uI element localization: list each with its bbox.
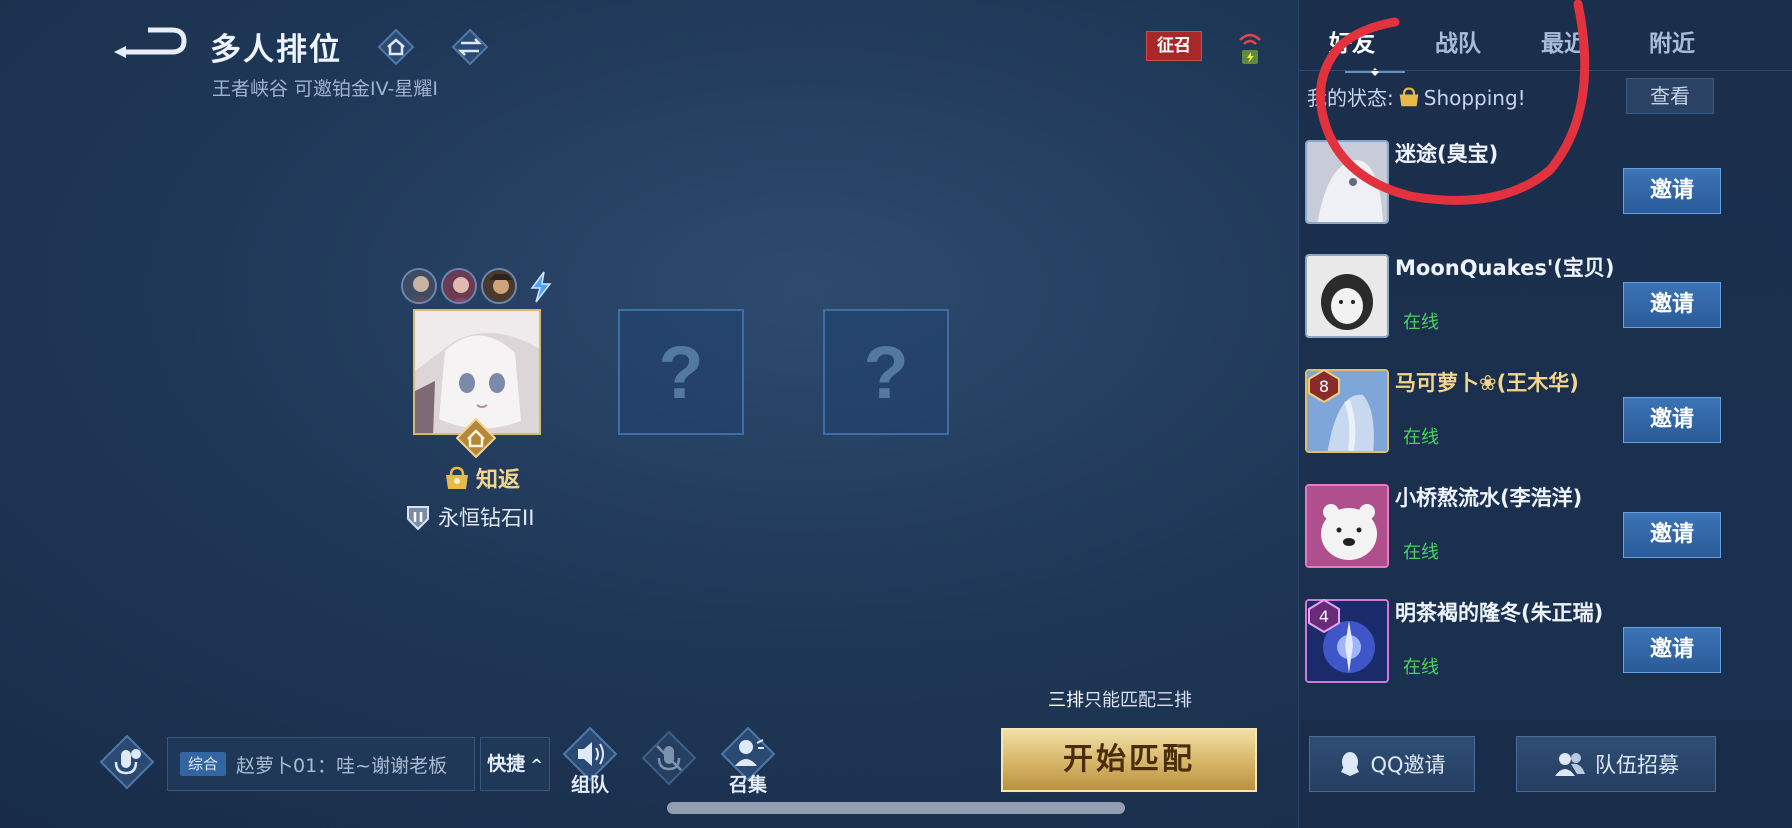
player-name: 知返 [442,462,520,494]
svg-text:4: 4 [1319,607,1329,626]
team-people-icon [1555,753,1585,776]
recruit-badge[interactable]: 征召 [1146,31,1202,61]
chat-channel-tag: 综合 [180,752,226,776]
tab-recent[interactable]: 最近 [1541,24,1587,58]
friend-row: 4 明茶褐的隆冬(朱正瑞) 在线 邀请 [1305,595,1785,695]
svg-text:8: 8 [1319,377,1329,396]
mic-mute-button[interactable] [641,730,697,786]
gift-bag-icon [1396,86,1422,113]
summon-label: 召集 [729,774,768,796]
empty-slot[interactable]: ? [823,309,949,435]
tab-friends[interactable]: 好友 [1329,24,1375,58]
page-title: 多人排位 [210,32,342,68]
back-button[interactable] [112,22,190,62]
chat-box[interactable]: 综合 赵萝卜01：哇~谢谢老板 [167,737,475,791]
friends-tabs: 好友 战队 最近 附近 [1299,18,1792,76]
player-rank: 永恒钻石II [404,502,534,532]
empty-slot-mark: ? [863,330,909,414]
qq-penguin-icon [1341,752,1360,776]
gift-bag-icon [446,466,468,489]
friend-row: 小桥熬流水(李浩洋) 在线 邀请 [1305,480,1785,580]
captain-home-icon [455,417,497,459]
friend-row: MoonQuakes'(宝贝) 在线 邀请 [1305,250,1785,350]
tab-nearby[interactable]: 附近 [1649,24,1695,58]
mode-subtitle: 王者峡谷 可邀铂金IV-星耀I [212,78,438,100]
back-arrow-icon [114,27,187,58]
invite-button[interactable]: 邀请 [1623,282,1721,328]
recent-hero-avatar [441,268,477,304]
lightning-rank-icon [526,270,556,304]
invite-button[interactable]: 邀请 [1623,627,1721,673]
home-indicator-bar [667,802,1125,814]
level-badge-icon: 8 [1308,369,1340,403]
friend-name: 小桥熬流水(李浩洋) [1395,486,1583,510]
friends-panel: 好友 战队 最近 附近 我的状态: Shopping! 查看 迷途(臭宝) 邀请 … [1298,0,1792,828]
friend-online-status: 在线 [1403,312,1439,333]
quick-chat-button[interactable]: 快捷 ^ [480,737,550,791]
friend-online-status: 在线 [1403,542,1439,563]
team-recruit-button[interactable]: 队伍招募 [1516,736,1716,792]
friend-avatar[interactable] [1305,254,1389,338]
match-note: 三排只能匹配三排 [1048,690,1192,711]
mic-off-icon [641,730,697,786]
player-slot[interactable] [413,309,541,435]
start-match-button[interactable]: 开始匹配 [1001,728,1257,792]
panel-footer: QQ邀请 队伍招募 [1299,720,1792,828]
friend-row: 迷途(臭宝) 邀请 [1305,136,1785,236]
my-status: 我的状态: Shopping! [1307,82,1526,113]
player-avatar [415,311,539,433]
friend-name: MoonQuakes'(宝贝) [1395,256,1615,280]
friend-avatar[interactable] [1305,484,1389,568]
chevron-up-icon: ^ [525,756,543,774]
friend-row: 8 马可萝卜❀(王木华) 在线 邀请 [1305,365,1785,465]
home-icon [377,28,415,66]
friend-name: 马可萝卜❀(王木华) [1395,371,1579,395]
qq-invite-button[interactable]: QQ邀请 [1309,736,1475,792]
invite-button[interactable]: 邀请 [1623,397,1721,443]
tab-team[interactable]: 战队 [1435,24,1481,58]
team-voice-label: 组队 [571,774,610,796]
friend-online-status: 在线 [1403,657,1439,678]
swap-arrows-icon [451,28,489,66]
home-button[interactable] [377,28,415,66]
empty-slot[interactable]: ? [618,309,744,435]
friend-name: 迷途(臭宝) [1395,142,1499,166]
recent-hero-avatar [481,268,517,304]
recent-hero-avatar [401,268,437,304]
invite-button[interactable]: 邀请 [1623,168,1721,214]
voice-settings-button[interactable] [99,734,155,790]
switch-mode-button[interactable] [451,28,489,66]
level-badge-icon: 4 [1308,599,1340,633]
friend-avatar[interactable] [1305,140,1389,224]
view-status-button[interactable]: 查看 [1626,78,1714,114]
chat-last-message: 赵萝卜01：哇~谢谢老板 [236,755,448,777]
friend-online-status: 在线 [1403,427,1439,448]
friend-name: 明茶褐的隆冬(朱正瑞) [1395,601,1604,625]
diamond-rank-icon [407,506,429,531]
mic-settings-icon [99,734,155,790]
network-signal-icon [1236,26,1264,66]
invite-button[interactable]: 邀请 [1623,512,1721,558]
empty-slot-mark: ? [658,330,704,414]
tabs-divider [1299,70,1792,71]
